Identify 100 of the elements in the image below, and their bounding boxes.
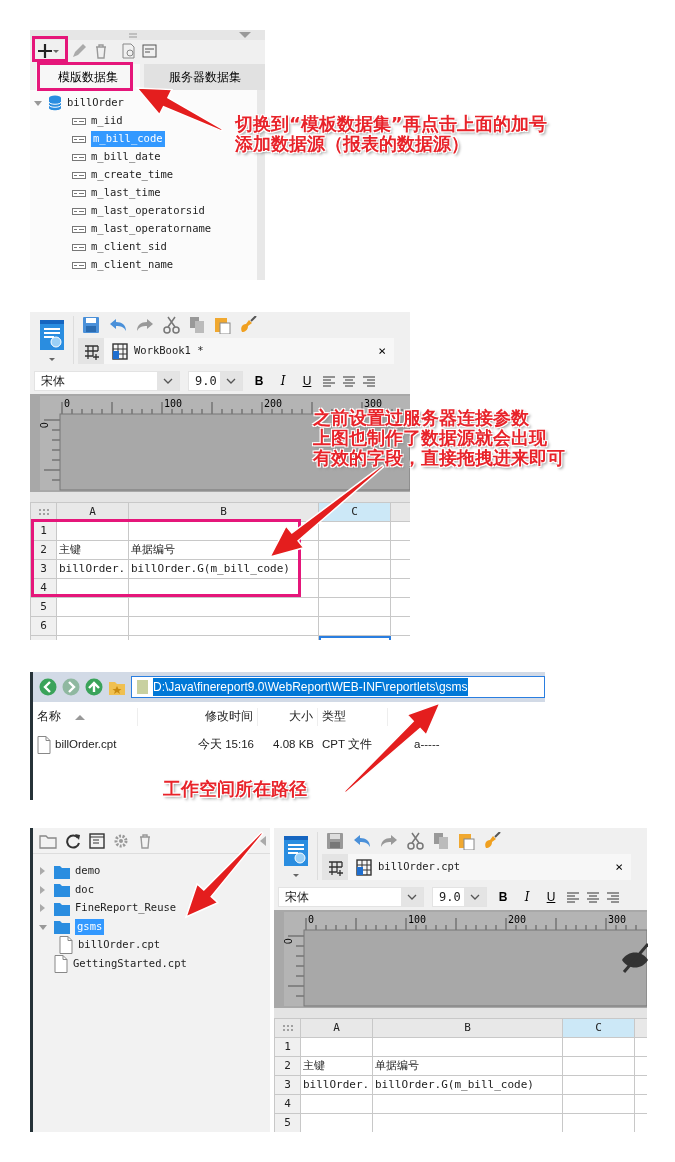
field-name[interactable]: m_client_sid (91, 239, 167, 255)
save-icon[interactable] (326, 832, 344, 850)
column-header[interactable]: 修改时间 (205, 708, 253, 726)
scissors-icon[interactable] (407, 832, 424, 850)
font-size-select[interactable]: 9.0 (432, 887, 487, 907)
table-cell: billOrder. (56, 559, 129, 579)
report-icon[interactable] (37, 320, 66, 350)
paste-icon[interactable] (214, 316, 231, 334)
expand-icon[interactable] (39, 885, 47, 894)
copy-icon[interactable] (433, 832, 449, 850)
font-select[interactable]: 宋体 (278, 887, 424, 907)
paste-icon[interactable] (458, 832, 475, 850)
scissors-icon[interactable] (163, 316, 180, 334)
field-name[interactable]: m_iid (91, 113, 123, 129)
column-header[interactable]: C (562, 1018, 635, 1038)
workbook-icon (112, 342, 128, 360)
column-header[interactable]: 名称 (37, 708, 61, 726)
file-name[interactable]: billOrder.cpt (78, 937, 161, 954)
bold-button[interactable]: B (251, 372, 267, 390)
bold-button[interactable]: B (495, 888, 511, 906)
align-right-icon[interactable] (363, 375, 375, 387)
grip-icon[interactable] (129, 32, 137, 38)
folder-name[interactable]: demo (75, 863, 101, 880)
expand-icon[interactable] (34, 99, 42, 107)
underline-button[interactable]: U (299, 372, 315, 390)
collapse-icon[interactable] (260, 835, 266, 846)
field-icon (72, 171, 86, 179)
chevron-icon (407, 894, 417, 900)
column-header[interactable]: B (372, 1018, 563, 1038)
column-header[interactable]: A (300, 1018, 373, 1038)
font-select[interactable]: 宋体 (34, 371, 180, 391)
close-button[interactable]: × (378, 341, 386, 361)
column-header[interactable]: 类型 (322, 708, 346, 726)
copy-icon[interactable] (189, 316, 205, 334)
expand-icon[interactable] (39, 904, 47, 913)
field-icon (72, 261, 86, 269)
italic-button[interactable]: I (275, 372, 291, 390)
field-name[interactable]: m_last_operatorsid (91, 203, 205, 219)
back-icon[interactable] (39, 678, 57, 696)
close-button[interactable]: × (615, 857, 623, 877)
field-name[interactable]: m_bill_date (91, 149, 161, 165)
file-name[interactable]: GettingStarted.cpt (73, 955, 187, 972)
folder-name[interactable]: FineReport_Reuse (75, 900, 177, 917)
field-name[interactable]: m_last_operatorname (91, 221, 212, 237)
workbook-tab[interactable]: billOrder.cpt × (348, 854, 631, 880)
ruler-label: 200 (508, 914, 527, 925)
caret-icon[interactable] (292, 874, 299, 877)
field-name[interactable]: m_last_time (91, 185, 161, 201)
align-center-icon[interactable] (587, 891, 599, 903)
up-icon[interactable] (85, 678, 103, 696)
align-center-icon[interactable] (343, 375, 355, 387)
dropdown-icon[interactable] (239, 32, 251, 38)
grid-corner-icon[interactable] (281, 1023, 294, 1032)
align-left-icon[interactable] (567, 891, 579, 903)
pencil-icon[interactable] (71, 43, 87, 59)
underline-button[interactable]: U (543, 888, 559, 906)
address-field[interactable]: D:\Java\finereport9.0\WebReport\WEB-INF\reportlets\gsms (131, 676, 545, 698)
brush-icon[interactable] (484, 832, 501, 850)
table-cell: billOrder. (300, 1075, 373, 1095)
ruler-label: 300 (608, 914, 627, 925)
align-left-icon[interactable] (323, 375, 335, 387)
field-icon (72, 207, 86, 215)
expand-icon[interactable] (39, 922, 47, 931)
refresh-icon[interactable] (65, 832, 81, 849)
column-header[interactable]: 大小 (289, 708, 313, 726)
field-name[interactable]: m_client_name (91, 257, 174, 273)
file-type: CPT 文件 (322, 738, 372, 751)
align-right-icon[interactable] (607, 891, 619, 903)
italic-button[interactable]: I (519, 888, 535, 906)
brush-icon[interactable] (240, 316, 257, 334)
sort-icon[interactable] (75, 714, 85, 720)
grid-plus-icon (327, 859, 343, 876)
file-name[interactable]: billOrder.cpt (55, 736, 117, 754)
table-cell: 主键 (56, 540, 129, 560)
trash-icon[interactable] (93, 43, 109, 59)
dataset-edit-icon[interactable] (142, 43, 157, 59)
trash-icon[interactable] (137, 832, 153, 849)
tab-title: billOrder.cpt (378, 859, 461, 875)
dataset-name[interactable]: billOrder (67, 95, 124, 111)
forward-icon[interactable] (62, 678, 80, 696)
ruler-label: 0 (283, 938, 294, 944)
workbook-tab[interactable]: WorkBook1 * × (104, 338, 394, 364)
gear-icon[interactable] (113, 832, 129, 849)
grid-corner-icon[interactable] (37, 507, 50, 516)
ruler-label: 0 (64, 398, 71, 409)
new-sheet-button[interactable] (322, 854, 348, 880)
add-button[interactable] (36, 43, 59, 59)
field-name[interactable]: m_create_time (91, 167, 174, 183)
folder-name[interactable]: doc (75, 881, 94, 898)
save-icon[interactable] (82, 316, 100, 334)
properties-icon[interactable] (89, 832, 105, 849)
report-icon[interactable] (281, 836, 310, 866)
folder-icon (136, 678, 149, 696)
new-sheet-button[interactable] (78, 338, 104, 364)
caret-icon[interactable] (48, 358, 55, 361)
expand-icon[interactable] (39, 867, 47, 876)
open-folder-icon[interactable] (39, 832, 57, 849)
preview-icon[interactable] (121, 43, 136, 59)
font-size-select[interactable]: 9.0 (188, 371, 243, 391)
dataset-tab[interactable]: 服务器数据集 (144, 64, 265, 90)
